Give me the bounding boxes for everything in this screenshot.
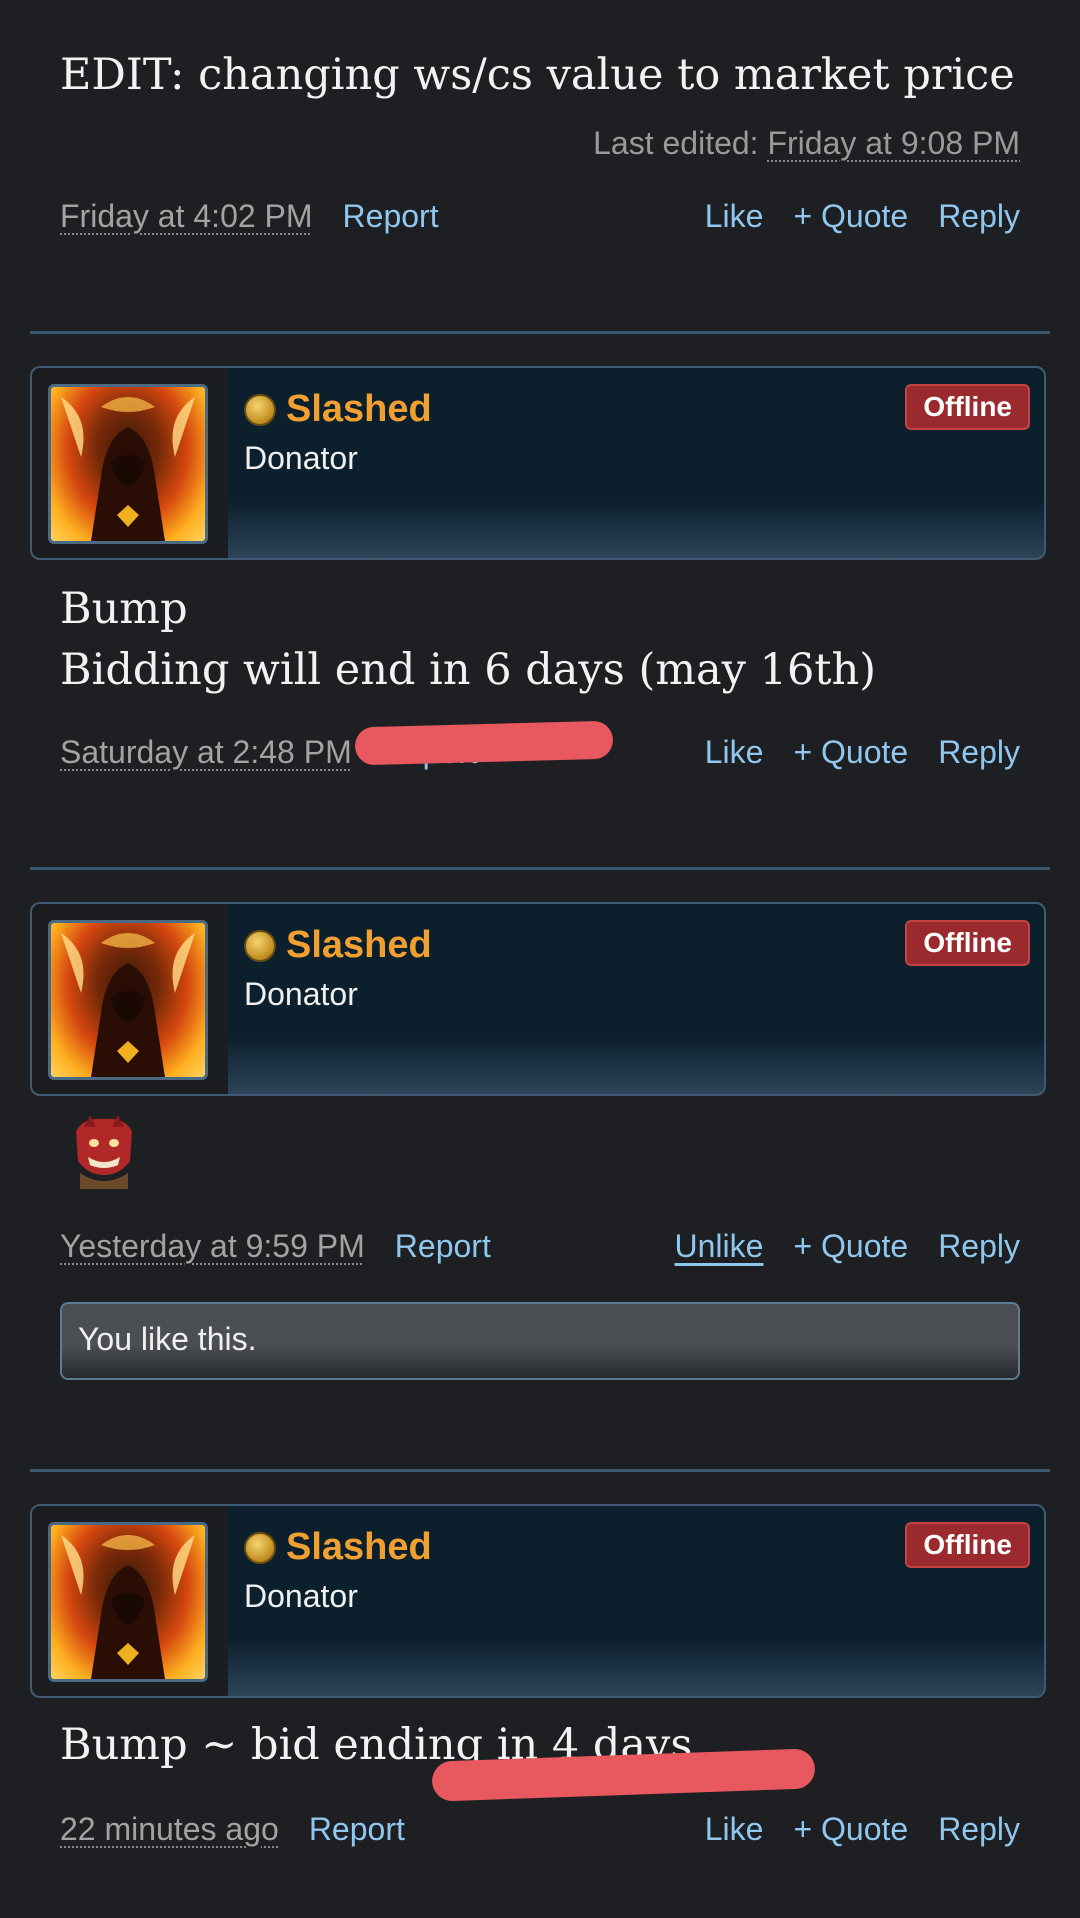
user-card: Slashed Donator Offline [30, 366, 1046, 560]
fire-demon-avatar-icon [61, 933, 195, 1077]
fire-demon-avatar-icon [61, 1535, 195, 1679]
post-date[interactable]: 22 minutes ago [60, 1811, 279, 1848]
quote-link[interactable]: + Quote [793, 1228, 908, 1265]
fire-demon-avatar-icon [61, 397, 195, 541]
like-link[interactable]: Like [705, 734, 764, 771]
coin-icon [244, 929, 276, 962]
avatar[interactable] [48, 384, 208, 544]
reply-link[interactable]: Reply [938, 1228, 1020, 1265]
avatar[interactable] [48, 920, 208, 1080]
avatar-column [32, 368, 228, 558]
post-actions: 22 minutes ago Report Like + Quote Reply [60, 1811, 1020, 1855]
last-edited-date[interactable]: Friday at 9:08 PM [767, 125, 1020, 161]
redaction-mark [354, 720, 614, 766]
post-date[interactable]: Friday at 4:02 PM [60, 198, 313, 235]
coin-icon [244, 1531, 276, 1564]
username-row: Slashed [244, 924, 432, 967]
coin-icon [244, 393, 276, 426]
like-link[interactable]: Like [705, 1811, 764, 1848]
message-line: Bidding will end in 6 days (may 16th) [60, 645, 877, 695]
last-edited-label: Last edited: [593, 125, 759, 161]
avatar-column [32, 904, 228, 1094]
like-link[interactable]: Like [705, 198, 764, 235]
last-edited: Last edited: Friday at 9:08 PM [593, 125, 1020, 162]
username-row: Slashed [244, 388, 432, 431]
likes-summary: You like this. [60, 1302, 1020, 1380]
reply-link[interactable]: Reply [938, 734, 1020, 771]
quote-link[interactable]: + Quote [793, 734, 908, 771]
username[interactable]: Slashed [286, 1526, 432, 1569]
user-title: Donator [244, 440, 358, 476]
status-badge: Offline [905, 920, 1030, 966]
user-title: Donator [244, 976, 358, 1012]
reply-link[interactable]: Reply [938, 198, 1020, 235]
username[interactable]: Slashed [286, 388, 432, 431]
post-date[interactable]: Yesterday at 9:59 PM [60, 1228, 365, 1265]
user-card: Slashed Donator Offline [30, 902, 1046, 1096]
user-card: Slashed Donator Offline [30, 1504, 1046, 1698]
report-link[interactable]: Report [309, 1811, 405, 1848]
quote-link[interactable]: + Quote [793, 198, 908, 235]
post-actions: Yesterday at 9:59 PM Report Unlike + Quo… [60, 1228, 1020, 1272]
status-badge: Offline [905, 384, 1030, 430]
post-actions: Friday at 4:02 PM Report Like + Quote Re… [60, 198, 1020, 242]
reply-link[interactable]: Reply [938, 1811, 1020, 1848]
message-text: EDIT: changing ws/cs value to market pri… [60, 50, 1015, 100]
sticker-image [70, 1113, 138, 1189]
avatar-column [32, 1506, 228, 1696]
unlike-link[interactable]: Unlike [675, 1228, 764, 1265]
avatar[interactable] [48, 1522, 208, 1682]
post-separator [30, 1469, 1050, 1472]
username[interactable]: Slashed [286, 924, 432, 967]
previous-post: EDIT: changing ws/cs value to market pri… [0, 0, 1080, 330]
report-link[interactable]: Report [343, 198, 439, 235]
red-creature-sticker-icon [70, 1113, 138, 1189]
post-date[interactable]: Saturday at 2:48 PM [60, 734, 352, 771]
user-title: Donator [244, 1578, 358, 1614]
message-line: Bump [60, 584, 188, 634]
post-separator [30, 331, 1050, 334]
status-badge: Offline [905, 1522, 1030, 1568]
quote-link[interactable]: + Quote [793, 1811, 908, 1848]
post-separator [30, 867, 1050, 870]
username-row: Slashed [244, 1526, 432, 1569]
report-link[interactable]: Report [395, 1228, 491, 1265]
